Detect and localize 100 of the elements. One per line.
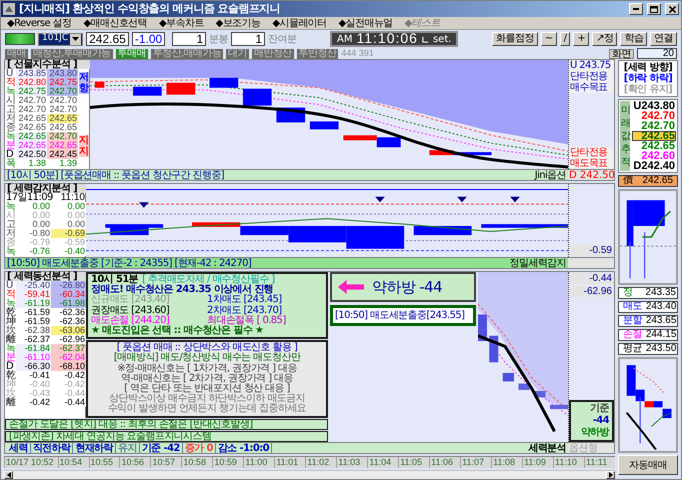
close-icon [668, 6, 676, 12]
status-segment: 유지 [116, 443, 140, 453]
time-label: 11:06 [429, 457, 460, 468]
left-triangle-icon [6, 472, 10, 478]
label-cell: 離 [5, 335, 16, 344]
time-cell-text: 11:10 [60, 193, 86, 202]
notice-text: [파생지존] 차세대 연공지능 요술램프지니시스템 [5, 430, 328, 442]
value-cell-text: 0.00 [32, 202, 50, 211]
value-cell: 242.70 [47, 87, 78, 96]
time-text: 10시 51분 [91, 275, 138, 285]
label-cell: 녹 [5, 299, 16, 308]
toolbar-button[interactable]: / [560, 32, 570, 46]
count-field[interactable]: 1 [172, 32, 206, 46]
counter-text: 444 391 [341, 48, 374, 58]
label-cell: 폭 [5, 159, 16, 168]
unit-label: 잔여분 [268, 34, 296, 44]
toolbar-button[interactable]: ↗정 [592, 32, 618, 46]
triangle-marker [139, 202, 149, 208]
status-text: [10:50] 매도세분출중 [기준-2 : 24355] [현재-42 : 24270] [7, 258, 252, 268]
value-cell-text: -61.59 [23, 317, 51, 326]
target-label: 매수목표 [569, 82, 614, 93]
value-cell: 243.80 [47, 69, 78, 78]
value-cell: 242.70 [47, 96, 78, 105]
value-cell: -26.80 [51, 281, 86, 290]
auto-trade-button[interactable]: 자동매매 [618, 455, 678, 475]
signal-chip: 매반청산 [252, 48, 294, 58]
maximize-button[interactable] [647, 3, 661, 15]
reading-value: -0.59 [569, 245, 614, 256]
value-cell: 242.65 [47, 123, 78, 132]
menu-item[interactable]: ◆부속차트 [158, 18, 204, 28]
time-label: 11:05 [398, 457, 430, 468]
status-segment: 기준 -42 [140, 443, 183, 453]
triangle-marker [457, 196, 467, 202]
time-label: 10:56 [119, 457, 150, 468]
minimize-button[interactable] [629, 3, 643, 15]
candle [550, 404, 568, 410]
headline-text: [ 추격매도자제 / 매수청산필수 ] [142, 275, 275, 285]
minimize-icon [633, 8, 639, 10]
time-label: 11:03 [336, 457, 368, 468]
price-text: 2차매도 [243.70] [207, 306, 282, 316]
order-label: 매도 [622, 302, 643, 312]
menu-item[interactable]: ◆매매신호선택 [83, 18, 147, 28]
value-cell-text: -0.76 [28, 247, 51, 256]
price-field[interactable]: 242.65 [86, 32, 129, 46]
time-label: 10:55 [88, 457, 120, 468]
table-title: [ 선물지수분석 ] [5, 60, 90, 69]
close-button[interactable] [665, 3, 679, 15]
value-cell-text: 242.65 [17, 123, 47, 132]
right-triangle-icon [608, 472, 612, 478]
label-cell: 시 [5, 96, 16, 105]
guide-text: [매매방식] 매도/청산방식 매수는 매도청산만 [112, 353, 302, 364]
signal-chip: 투매매 [116, 48, 148, 58]
value-cell: 242.70 [47, 132, 78, 141]
status-segment: 현재하락 [73, 443, 116, 453]
symbol-select[interactable]: 101JC [38, 32, 84, 46]
clock-time: 11:10:06 [356, 31, 418, 47]
time-label: 11:02 [305, 457, 336, 468]
count-field[interactable]: 1 [231, 32, 265, 46]
label-cell: 저 [5, 114, 16, 123]
menu-item[interactable]: ◆보조기능 [216, 18, 260, 28]
value-cell: -59.41 [16, 290, 51, 299]
toolbar-button[interactable]: ~ [540, 32, 557, 46]
order-value: 243.65 [646, 316, 678, 326]
toolbar-button[interactable]: 학습 [620, 32, 648, 46]
menu-item[interactable]: ◆시뮬레이터 [272, 18, 326, 28]
scroll-right-button[interactable] [606, 471, 615, 479]
value-cell-text: -0.42 [28, 398, 51, 407]
price-text: 1차매도 [243.45] [207, 295, 283, 306]
toolbar-button[interactable]: 연결 [650, 32, 677, 46]
price-label: U 243.75 [569, 60, 614, 71]
direction-title: [세력 방향] [622, 62, 674, 73]
signal-text: [10:50] 매도세분출중[243.55] [330, 305, 476, 326]
guide-text: 역-매매신호는 [ 2차가격, 권장가격 ] 대응 [120, 374, 294, 384]
change-field[interactable]: -1.00 [132, 32, 166, 46]
status-segment: 증가 0 [182, 443, 216, 453]
label-cell: 종 [5, 123, 16, 132]
screen-field[interactable]: 20 [637, 48, 677, 59]
set-label: set. [432, 34, 452, 44]
zone-label: 저항 [79, 72, 89, 94]
value-cell: -68.10 [51, 362, 86, 371]
value-cell: 242.65 [47, 114, 78, 123]
label-cell: 乾 [5, 308, 16, 317]
scroll-left-button[interactable] [4, 471, 13, 479]
toolbar-button[interactable]: + [573, 32, 590, 46]
value-cell: 242.75 [47, 78, 78, 87]
forecast-value: 242.70 [640, 121, 676, 131]
toolbar-button[interactable]: 화률점정 [492, 32, 538, 46]
menu-item[interactable]: ◆실전매뉴얼 [338, 18, 393, 28]
price-value: 242.65 [641, 176, 674, 186]
left-arrow-icon [338, 280, 364, 294]
time-label: 10/17 10:52 [4, 457, 58, 468]
value-cell-text: -0.41 [28, 371, 51, 380]
status-label: 옵션형 [568, 443, 614, 453]
order-label: 정 [622, 288, 634, 298]
value-cell: -61.84 [16, 344, 51, 353]
source-label: Jini옵션 [534, 170, 566, 180]
price-text: 신규매도 [243.40] [91, 295, 170, 306]
signal-chip: 대기 [226, 48, 249, 58]
menu-item[interactable]: ◆Reverse 설정 [7, 18, 72, 28]
status-segment: 직전하락 [30, 443, 74, 453]
